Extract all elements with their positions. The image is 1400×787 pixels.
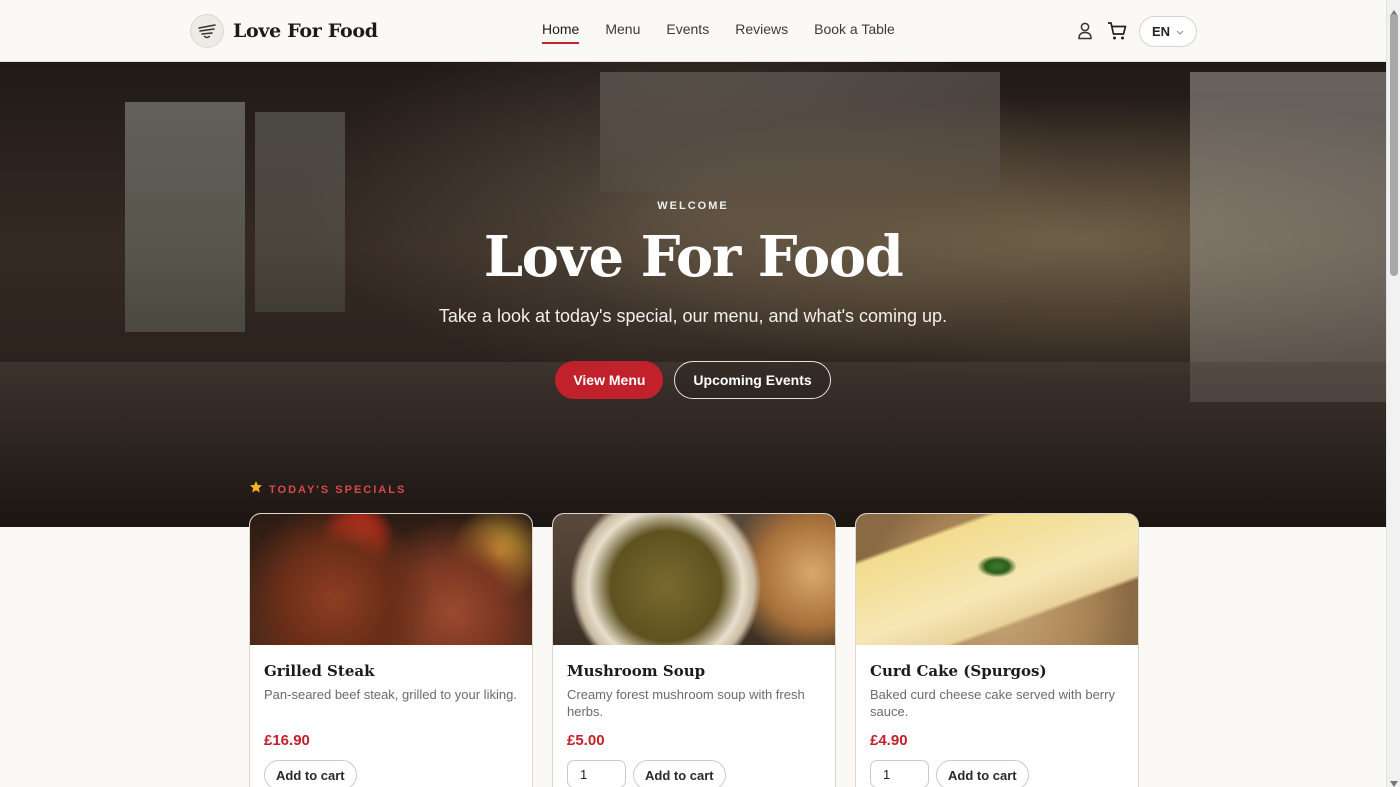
scrollbar-thumb[interactable] — [1390, 14, 1398, 276]
quantity-input[interactable] — [567, 760, 626, 787]
add-to-cart-button[interactable]: Add to cart — [264, 760, 357, 787]
hero-actions: View Menu Upcoming Events — [0, 361, 1386, 399]
specials-label: TODAY'S SPECIALS — [269, 483, 407, 496]
special-card: Mushroom Soup Creamy forest mushroom sou… — [552, 513, 836, 787]
item-description: Baked curd cheese cake served with berry… — [870, 687, 1115, 719]
item-description: Creamy forest mushroom soup with fresh h… — [567, 687, 805, 719]
chevron-down-icon — [1176, 23, 1184, 41]
star-icon — [249, 480, 263, 499]
item-actions: Add to cart — [870, 760, 1124, 787]
cart-icon[interactable] — [1106, 20, 1128, 47]
hero-title: Love For Food — [483, 224, 904, 290]
mushroom-soup-image — [553, 514, 835, 645]
hero-subtitle: Take a look at today's special, our menu… — [438, 306, 948, 326]
language-label: EN — [1152, 24, 1171, 39]
item-price: £5.00 — [567, 732, 605, 749]
item-actions: Add to cart — [567, 760, 821, 787]
add-to-cart-button[interactable]: Add to cart — [936, 760, 1029, 787]
item-name: Curd Cake (Spurgos) — [870, 662, 1047, 680]
scroll-down-arrow-icon[interactable] — [1390, 774, 1398, 787]
item-name: Mushroom Soup — [567, 662, 706, 680]
specials-list: Grilled Steak Pan-seared beef steak, gri… — [249, 513, 1139, 787]
nav-book-table[interactable]: Book a Table — [814, 21, 895, 43]
item-description: Pan-seared beef steak, grilled to your l… — [264, 687, 517, 702]
user-icon[interactable] — [1077, 22, 1093, 45]
special-card: Curd Cake (Spurgos) Baked curd cheese ca… — [855, 513, 1139, 787]
nav-home[interactable]: Home — [542, 21, 580, 44]
curd-cake-image — [856, 514, 1138, 645]
logo-icon — [190, 14, 224, 48]
item-actions: Add to cart — [264, 760, 518, 787]
language-selector[interactable]: EN — [1139, 16, 1197, 47]
nav-menu[interactable]: Menu — [605, 21, 640, 43]
hero-content: WELCOME Love For Food Take a look at tod… — [0, 200, 1386, 399]
add-to-cart-button[interactable]: Add to cart — [633, 760, 726, 787]
special-card: Grilled Steak Pan-seared beef steak, gri… — [249, 513, 533, 787]
hero-section: WELCOME Love For Food Take a look at tod… — [0, 62, 1386, 527]
upcoming-events-button[interactable]: Upcoming Events — [674, 361, 831, 399]
brand-logo[interactable]: Love For Food — [190, 14, 378, 48]
hero-eyebrow: WELCOME — [657, 200, 729, 212]
nav-events[interactable]: Events — [666, 21, 709, 43]
quantity-input[interactable] — [870, 760, 929, 787]
grilled-steak-image — [250, 514, 532, 645]
view-menu-button[interactable]: View Menu — [555, 361, 664, 399]
nav-reviews[interactable]: Reviews — [735, 21, 788, 43]
site-header: Love For Food Home Menu Events Reviews B… — [0, 0, 1386, 62]
item-price: £4.90 — [870, 732, 908, 749]
specials-heading: TODAY'S SPECIALS — [249, 480, 406, 499]
brand-name: Love For Food — [233, 20, 378, 42]
page-scrollbar[interactable] — [1386, 0, 1400, 787]
item-name: Grilled Steak — [264, 662, 375, 680]
item-price: £16.90 — [264, 732, 310, 749]
main-nav: Home Menu Events Reviews Book a Table — [542, 21, 895, 44]
